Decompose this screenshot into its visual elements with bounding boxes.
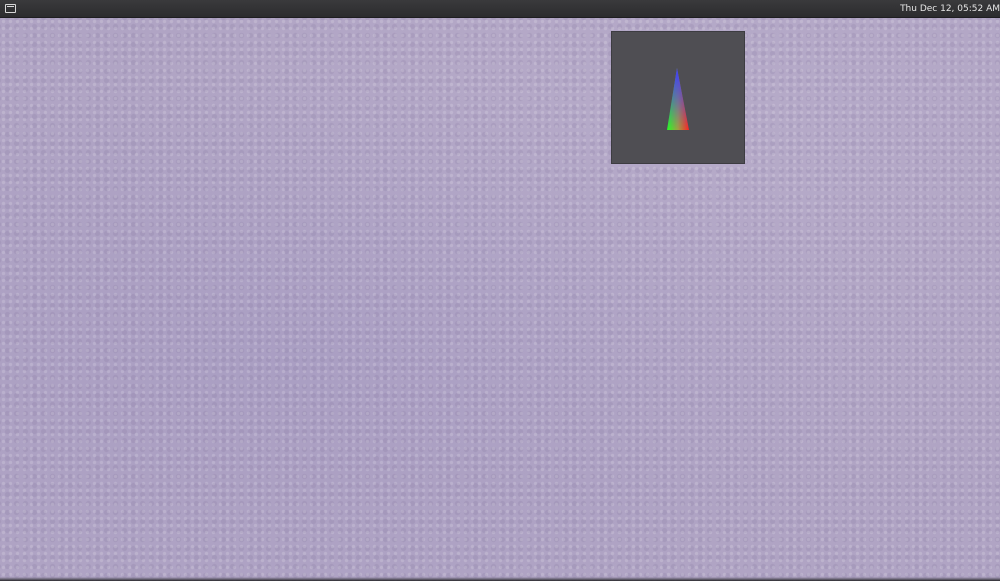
clock[interactable]: Thu Dec 12, 05:52 AM (900, 0, 1000, 18)
triangle-apex-shading (667, 68, 689, 130)
desktop-background[interactable] (0, 18, 1000, 581)
top-bar: Thu Dec 12, 05:52 AM (0, 0, 1000, 18)
window-menu-icon[interactable] (5, 4, 16, 13)
opengl-triangle-window[interactable] (612, 32, 744, 163)
screen-bottom-edge (0, 577, 1000, 581)
opengl-canvas (667, 68, 689, 130)
screen: Thu Dec 12, 05:52 AM (0, 0, 1000, 581)
